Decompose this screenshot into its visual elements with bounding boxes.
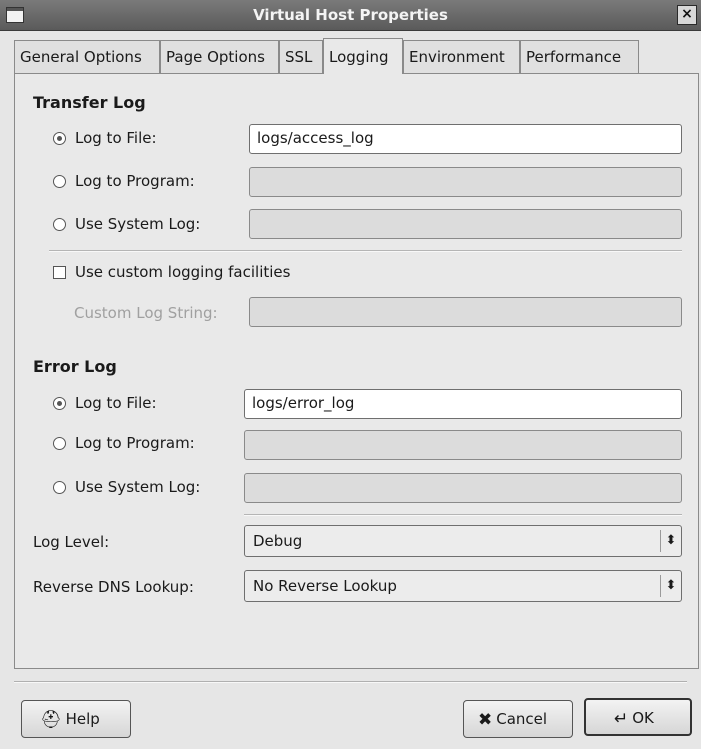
transfer-log-program-input[interactable] <box>249 167 682 197</box>
radio-checked-icon <box>53 397 66 410</box>
transfer-log-to-program-label: Log to Program: <box>75 172 195 190</box>
error-log-to-file-radio[interactable]: Log to File: <box>53 392 157 414</box>
checkbox-unchecked-icon <box>53 266 66 279</box>
error-log-to-program-radio[interactable]: Log to Program: <box>53 432 195 454</box>
custom-logging-label: Use custom logging facilities <box>75 263 291 281</box>
help-icon: ⛑ <box>40 710 62 730</box>
error-log-program-input[interactable] <box>244 430 682 460</box>
tab-page-options[interactable]: Page Options <box>160 40 279 73</box>
ok-arrow-icon: ↵ <box>614 709 629 729</box>
radio-unchecked-icon <box>53 175 66 188</box>
radio-checked-icon <box>53 132 66 145</box>
transfer-log-to-file-label: Log to File: <box>75 129 157 147</box>
error-log-file-input[interactable]: logs/error_log <box>244 389 682 419</box>
tab-general-options[interactable]: General Options <box>14 40 160 73</box>
updown-arrow-icon: ⬍ <box>660 530 681 552</box>
transfer-use-system-log-label: Use System Log: <box>75 215 201 233</box>
transfer-use-system-log-radio[interactable]: Use System Log: <box>53 213 200 235</box>
ok-button[interactable]: ↵ OK <box>584 698 692 736</box>
help-button-label: Help <box>65 710 100 728</box>
tab-environment[interactable]: Environment <box>403 40 520 73</box>
cancel-button-label: Cancel <box>496 710 548 728</box>
custom-logging-checkbox[interactable]: Use custom logging facilities <box>53 261 290 283</box>
error-log-to-file-label: Log to File: <box>75 394 157 412</box>
log-level-label: Log Level: <box>33 533 110 551</box>
custom-log-string-input <box>249 297 682 327</box>
title-bar: Virtual Host Properties × <box>0 0 701 31</box>
transfer-log-title: Transfer Log <box>33 93 146 112</box>
radio-unchecked-icon <box>53 437 66 450</box>
transfer-log-file-input[interactable]: logs/access_log <box>249 124 682 154</box>
button-area-separator <box>14 681 687 683</box>
reverse-dns-select[interactable]: No Reverse Lookup ⬍ <box>244 570 682 602</box>
error-system-log-input[interactable] <box>244 473 682 503</box>
radio-unchecked-icon <box>53 481 66 494</box>
ok-button-label: OK <box>632 709 654 727</box>
help-button[interactable]: ⛑ Help <box>21 700 131 738</box>
error-separator <box>244 514 682 516</box>
tab-ssl[interactable]: SSL <box>279 40 323 73</box>
log-level-select[interactable]: Debug ⬍ <box>244 525 682 557</box>
updown-arrow-icon: ⬍ <box>660 575 681 597</box>
log-level-value: Debug <box>253 532 303 550</box>
cancel-x-icon: ✖ <box>478 710 493 730</box>
logging-panel: Transfer Log Log to File: logs/access_lo… <box>14 73 699 669</box>
custom-log-string-label: Custom Log String: <box>74 304 218 322</box>
radio-unchecked-icon <box>53 218 66 231</box>
error-use-system-log-label: Use System Log: <box>75 478 201 496</box>
transfer-log-to-file-radio[interactable]: Log to File: <box>53 127 157 149</box>
error-log-title: Error Log <box>33 357 117 376</box>
error-use-system-log-radio[interactable]: Use System Log: <box>53 476 200 498</box>
reverse-dns-value: No Reverse Lookup <box>253 577 397 595</box>
error-log-to-program-label: Log to Program: <box>75 434 195 452</box>
cancel-button[interactable]: ✖ Cancel <box>463 700 573 738</box>
close-icon[interactable]: × <box>677 5 697 25</box>
window-title: Virtual Host Properties <box>253 6 448 24</box>
tab-logging[interactable]: Logging <box>323 38 403 74</box>
tab-performance[interactable]: Performance <box>520 40 639 73</box>
transfer-separator <box>49 250 682 252</box>
reverse-dns-label: Reverse DNS Lookup: <box>33 578 194 596</box>
transfer-system-log-input[interactable] <box>249 209 682 239</box>
transfer-log-to-program-radio[interactable]: Log to Program: <box>53 170 195 192</box>
